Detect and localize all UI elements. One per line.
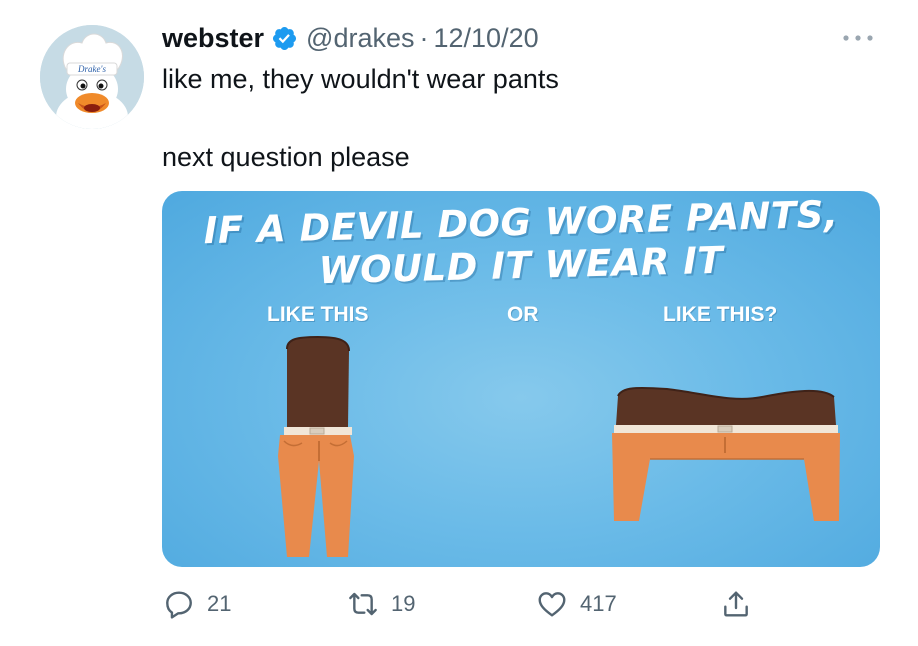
- retweet-icon: [349, 592, 377, 616]
- share-button[interactable]: [720, 584, 752, 624]
- like-count: 417: [580, 591, 617, 616]
- tweet-header: webster @drakes · 12/10/20: [162, 18, 539, 58]
- like-button[interactable]: 417: [536, 584, 617, 624]
- heart-icon: [538, 592, 566, 617]
- reply-button[interactable]: 21: [163, 584, 231, 624]
- verified-badge-icon: [271, 25, 298, 52]
- tweet-date[interactable]: 12/10/20: [434, 23, 539, 54]
- tweet-text-line-1: like me, they wouldn't wear pants: [162, 64, 559, 94]
- svg-text:Drake's: Drake's: [77, 64, 106, 74]
- retweet-button[interactable]: 19: [347, 584, 415, 624]
- meta-separator: ·: [419, 22, 429, 53]
- reply-count: 21: [207, 591, 232, 616]
- more-options-button[interactable]: [838, 26, 878, 50]
- tweet-text-line-2: next question please: [162, 142, 410, 172]
- tweet-media-image[interactable]: IF A DEVIL DOG WORE PANTS, WOULD IT WEAR…: [162, 191, 880, 567]
- label-or: OR: [507, 303, 539, 326]
- share-icon: [724, 591, 748, 617]
- label-like-this-left: LIKE THIS: [267, 303, 369, 326]
- sideways-devil-dog: [612, 386, 840, 521]
- upright-devil-dog: [278, 335, 354, 557]
- retweet-count: 19: [391, 591, 416, 616]
- more-dots-icon: [843, 35, 873, 41]
- author-handle[interactable]: @drakes: [306, 23, 414, 54]
- label-like-this-right: LIKE THIS?: [663, 303, 778, 326]
- profile-avatar[interactable]: Drake's: [40, 25, 144, 129]
- drakes-duck-logo: Drake's: [40, 25, 144, 129]
- author-name[interactable]: webster: [162, 23, 264, 54]
- tweet-actions-bar: 21 19 417: [0, 584, 918, 624]
- reply-icon: [166, 591, 192, 619]
